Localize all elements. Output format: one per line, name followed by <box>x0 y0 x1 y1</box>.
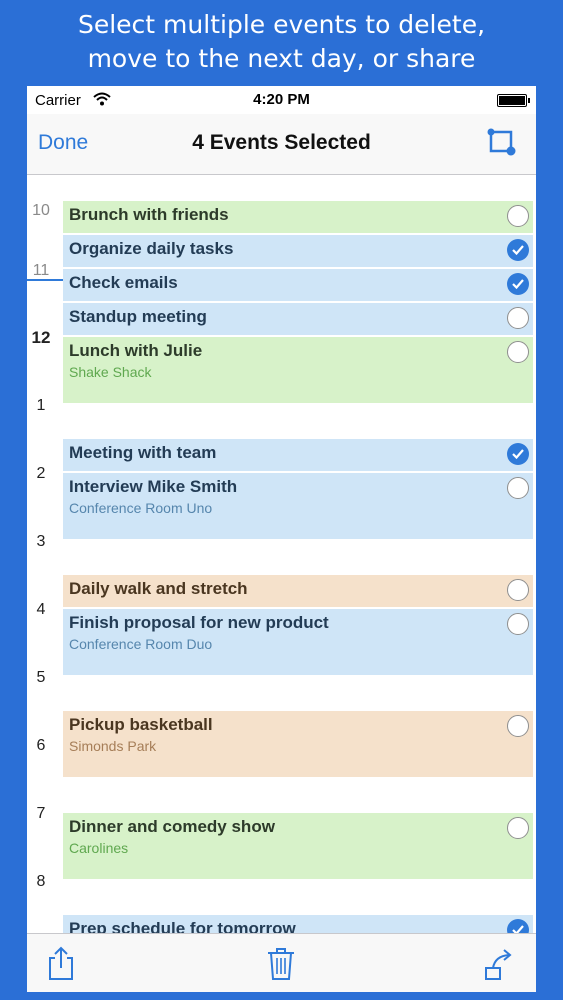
hour-label: 3 <box>36 533 46 550</box>
event-card[interactable]: Interview Mike Smith Conference Room Uno <box>63 473 533 539</box>
checkmark-selected-icon[interactable] <box>507 273 529 295</box>
event-location: Carolines <box>69 840 129 856</box>
checkmark-selected-icon[interactable] <box>507 443 529 465</box>
battery-icon <box>497 94 530 107</box>
navigation-bar: Done 4 Events Selected <box>27 114 536 175</box>
status-bar: Carrier 4:20 PM <box>27 86 536 114</box>
event-card[interactable]: Meeting with team <box>63 439 533 471</box>
bottom-toolbar <box>27 933 536 992</box>
hour-label: 11 <box>32 262 50 279</box>
unselected-circle-icon[interactable] <box>507 715 529 737</box>
event-card[interactable]: Standup meeting <box>63 303 533 335</box>
unselected-circle-icon[interactable] <box>507 579 529 601</box>
caption-line-2: move to the next day, or share <box>87 44 476 73</box>
hour-label: 6 <box>36 737 46 754</box>
move-to-next-day-icon[interactable] <box>483 946 515 982</box>
event-card[interactable]: Check emails <box>63 269 533 301</box>
hour-label: 8 <box>36 873 46 890</box>
selection-mode-icon[interactable] <box>486 126 518 158</box>
unselected-circle-icon[interactable] <box>507 613 529 635</box>
status-time: 4:20 PM <box>253 91 310 108</box>
hour-label: 10 <box>32 202 50 219</box>
event-card[interactable]: Daily walk and stretch <box>63 575 533 607</box>
event-title: Meeting with team <box>69 443 217 462</box>
share-icon[interactable] <box>45 946 77 982</box>
event-title: Interview Mike Smith <box>69 477 238 496</box>
hour-label: 5 <box>36 669 46 686</box>
hour-label: 4 <box>36 601 46 618</box>
unselected-circle-icon[interactable] <box>507 477 529 499</box>
event-title: Finish proposal for new product <box>69 613 329 632</box>
caption-line-1: Select multiple events to delete, <box>77 10 486 39</box>
event-title: Check emails <box>69 273 178 292</box>
event-card[interactable]: Brunch with friends <box>63 201 533 233</box>
day-timeline: 10 11 12 1 2 3 4 5 6 7 8 Brunch with fri… <box>27 175 536 955</box>
checkmark-selected-icon[interactable] <box>507 239 529 261</box>
page-title: 4 Events Selected <box>192 131 371 154</box>
event-title: Daily walk and stretch <box>69 579 248 598</box>
unselected-circle-icon[interactable] <box>507 817 529 839</box>
event-location: Shake Shack <box>69 364 152 380</box>
event-title: Lunch with Julie <box>69 341 203 360</box>
event-card[interactable]: Lunch with Julie Shake Shack <box>63 337 533 403</box>
event-title: Organize daily tasks <box>69 239 234 258</box>
current-time-indicator <box>27 279 63 281</box>
event-title: Brunch with friends <box>69 205 229 224</box>
event-location: Conference Room Uno <box>69 500 213 516</box>
unselected-circle-icon[interactable] <box>507 341 529 363</box>
event-title: Pickup basketball <box>69 715 213 734</box>
trash-icon[interactable] <box>265 946 297 982</box>
unselected-circle-icon[interactable] <box>507 205 529 227</box>
event-title: Dinner and comedy show <box>69 817 275 836</box>
unselected-circle-icon[interactable] <box>507 307 529 329</box>
event-card[interactable]: Dinner and comedy show Carolines <box>63 813 533 879</box>
event-card[interactable]: Organize daily tasks <box>63 235 533 267</box>
hour-label: 2 <box>36 465 46 482</box>
hour-label: 7 <box>36 805 46 822</box>
event-card[interactable]: Finish proposal for new product Conferen… <box>63 609 533 675</box>
event-location: Simonds Park <box>69 738 157 754</box>
event-title: Standup meeting <box>69 307 207 326</box>
event-location: Conference Room Duo <box>69 636 213 652</box>
phone-screen: Carrier 4:20 PM Done 4 Events Selected 1… <box>27 86 536 992</box>
hour-label: 12 <box>31 328 51 347</box>
promo-caption: Select multiple events to delete, move t… <box>0 8 563 76</box>
hour-label: 1 <box>36 397 46 414</box>
event-card[interactable]: Pickup basketball Simonds Park <box>63 711 533 777</box>
